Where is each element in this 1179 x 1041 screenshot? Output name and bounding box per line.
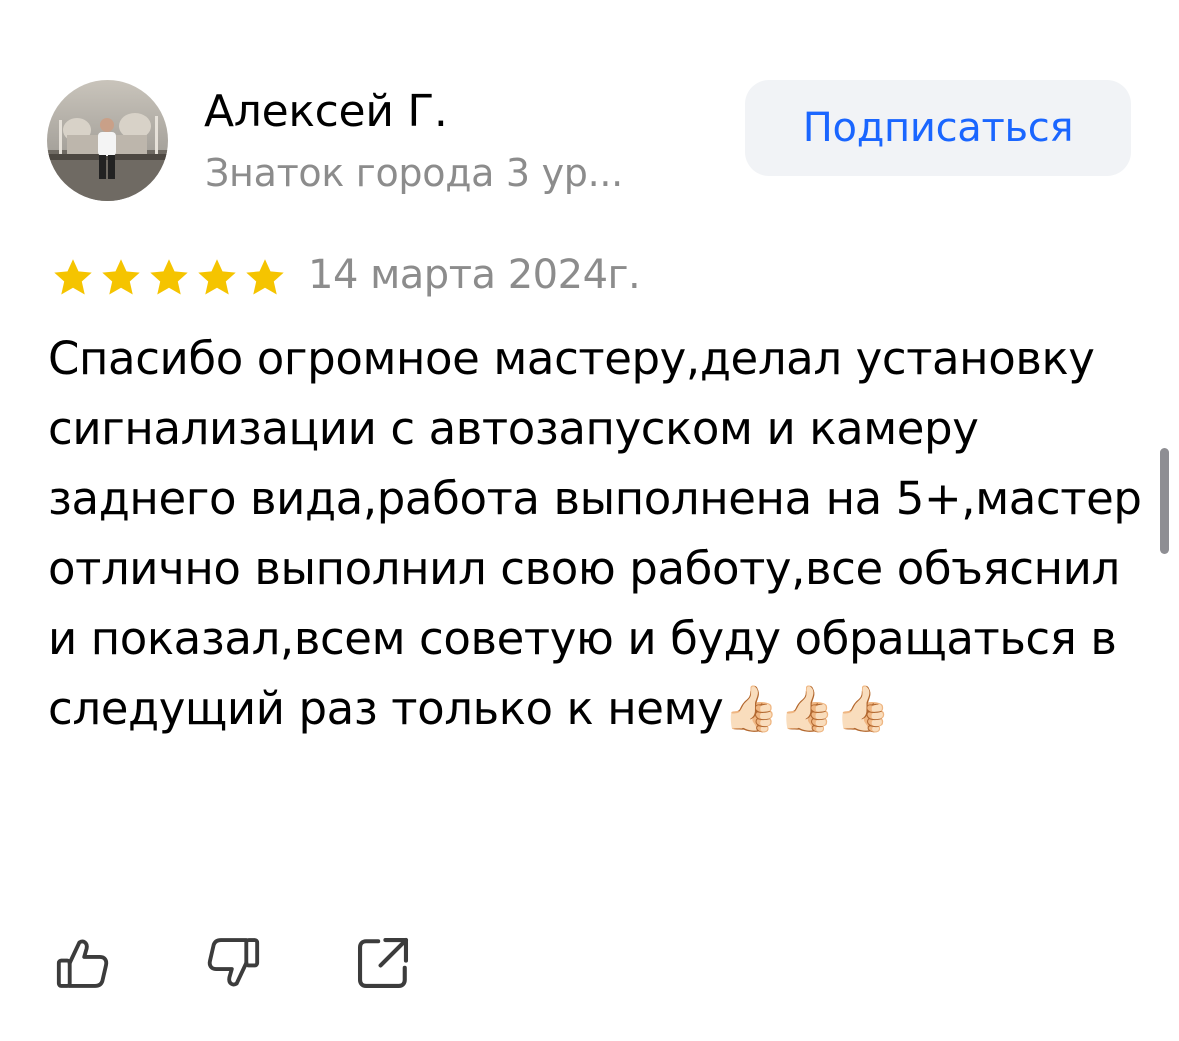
thumbs-up-icon[interactable] [54,934,112,992]
star-icon [150,259,188,295]
review-date: 14 марта 2024г. [308,252,641,298]
review-actions [54,934,412,992]
star-icon [198,259,236,295]
avatar-photo [47,80,168,201]
thumbs-down-icon[interactable] [204,934,262,992]
rating-stars [50,256,288,300]
share-icon[interactable] [354,934,412,992]
star-icon [102,259,140,295]
author-name[interactable]: Алексей Г. [204,86,448,137]
star-icon [54,259,92,295]
star-icon [246,259,284,295]
review-text: Спасибо огромное мастеру,делал установку… [48,332,1142,735]
avatar[interactable] [47,80,168,201]
author-level: Знаток города 3 ур... [205,151,623,195]
scrollbar[interactable] [1160,448,1169,554]
subscribe-button[interactable]: Подписаться [745,80,1131,176]
